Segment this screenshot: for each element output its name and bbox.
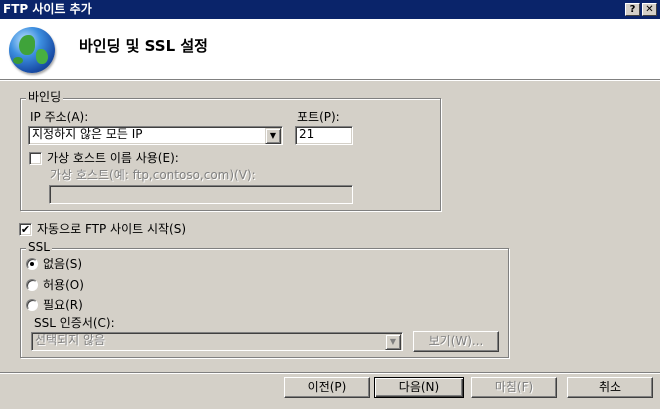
cancel-button[interactable]: 취소 [567, 377, 653, 398]
ssl-require-label: 필요(R) [43, 298, 83, 312]
chevron-down-icon: ▼ [269, 131, 277, 140]
page-title: 바인딩 및 SSL 설정 [79, 37, 208, 55]
checkmark-icon: ✔ [20, 223, 31, 236]
title-bar: FTP 사이트 추가 [0, 0, 660, 19]
close-icon: ✕ [645, 4, 654, 15]
finish-button[interactable]: 마침(F) [471, 377, 557, 398]
virtual-host-field-label: 가상 호스트(예: ftp,contoso,com)(V): [50, 168, 256, 182]
close-button[interactable]: ✕ [642, 3, 657, 16]
ssl-certificate-select[interactable]: 선택되지 않음 [31, 332, 403, 351]
port-input[interactable]: 21 [295, 126, 353, 145]
port-label: 포트(P): [297, 110, 340, 124]
chevron-down-icon: ▼ [389, 337, 397, 346]
ip-address-select[interactable]: 지정하지 않은 모든 IP [28, 126, 283, 145]
help-button[interactable]: ? [625, 3, 640, 16]
ssl-require-radio[interactable] [26, 299, 38, 311]
ssl-none-label: 없음(S) [43, 257, 83, 271]
virtual-host-checkbox[interactable] [29, 152, 42, 165]
help-icon: ? [629, 4, 636, 15]
ssl-legend: SSL [26, 240, 52, 254]
ip-dropdown-button[interactable]: ▼ [265, 128, 281, 144]
previous-button[interactable]: 이전(P) [284, 377, 370, 398]
port-value: 21 [299, 127, 315, 141]
autostart-checkbox[interactable]: ✔ [19, 223, 32, 236]
ssl-certificate-label: SSL 인증서(C): [34, 316, 115, 330]
ssl-certificate-value: 선택되지 않음 [35, 333, 106, 347]
next-button[interactable]: 다음(N) [374, 377, 464, 398]
ip-address-label: IP 주소(A): [30, 110, 89, 124]
ssl-allow-radio[interactable] [26, 279, 38, 291]
window-title: FTP 사이트 추가 [3, 2, 92, 16]
virtual-host-checkbox-label: 가상 호스트 이름 사용(E): [47, 151, 179, 165]
ssl-allow-label: 허용(O) [43, 278, 84, 292]
ip-address-value: 지정하지 않은 모든 IP [32, 127, 143, 141]
ssl-none-radio[interactable] [26, 258, 38, 270]
globe-icon [9, 27, 55, 73]
autostart-label: 자동으로 FTP 사이트 시작(S) [37, 222, 187, 236]
view-certificate-button[interactable]: 보기(W)... [413, 331, 499, 352]
ssl-cert-dropdown-button[interactable]: ▼ [385, 334, 401, 350]
binding-legend: 바인딩 [26, 90, 64, 104]
virtual-host-input[interactable] [49, 185, 353, 204]
